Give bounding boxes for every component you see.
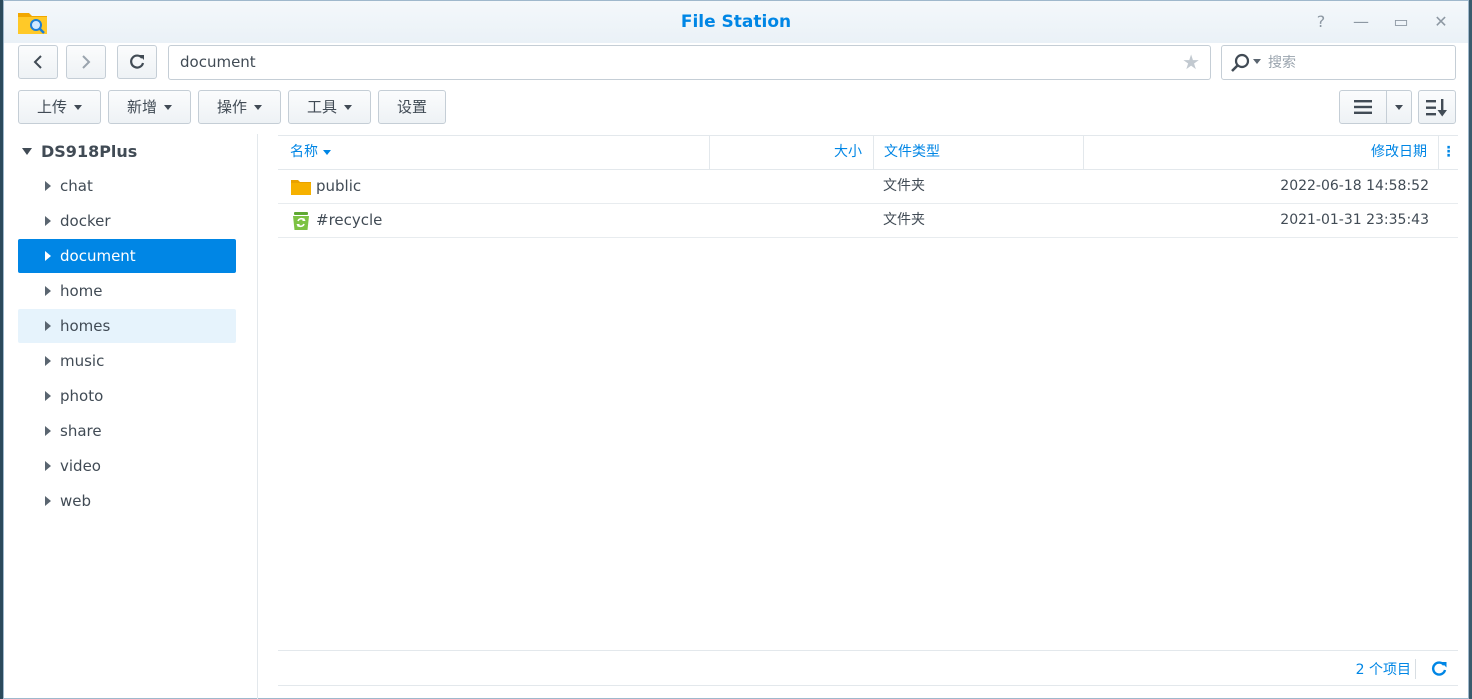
tree-item-share[interactable]: share <box>18 414 236 448</box>
tree-item-web[interactable]: web <box>18 484 236 518</box>
folder-tree: DS918Plus chat docker document home home… <box>4 134 258 699</box>
tree-item-photo[interactable]: photo <box>18 379 236 413</box>
tree-item-label: docker <box>60 212 111 230</box>
tree-item-label: music <box>60 352 105 370</box>
tree-item-label: web <box>60 492 92 510</box>
settings-label: 设置 <box>396 98 427 116</box>
tree-item-music[interactable]: music <box>18 344 236 378</box>
recycle-bin-icon <box>293 212 309 230</box>
file-name: public <box>316 177 362 195</box>
title-bar[interactable]: File Station ? — ▭ ✕ <box>4 1 1468 43</box>
tools-button[interactable]: 工具 <box>288 90 371 124</box>
refresh-button[interactable] <box>117 45 157 79</box>
tree-item-homes[interactable]: homes <box>18 309 236 343</box>
tree-item-document[interactable]: document <box>18 239 236 273</box>
caret-right-icon[interactable] <box>45 216 51 226</box>
tree-item-home[interactable]: home <box>18 274 236 308</box>
chevron-left-icon <box>33 55 42 69</box>
file-modified-date: 2022-06-18 14:58:52 <box>1280 178 1429 194</box>
column-header-type[interactable]: 文件类型 <box>873 136 1083 169</box>
file-type: 文件夹 <box>883 212 925 228</box>
tree-item-chat[interactable]: chat <box>18 169 236 203</box>
close-button[interactable]: ✕ <box>1430 13 1452 31</box>
settings-button[interactable]: 设置 <box>378 90 446 124</box>
upload-label: 上传 <box>36 98 67 116</box>
caret-right-icon[interactable] <box>45 251 51 261</box>
caret-right-icon[interactable] <box>45 356 51 366</box>
tree-item-video[interactable]: video <box>18 449 236 483</box>
caret-right-icon[interactable] <box>45 426 51 436</box>
upload-button[interactable]: 上传 <box>18 90 101 124</box>
caret-right-icon[interactable] <box>45 286 51 296</box>
chevron-down-icon <box>74 105 82 110</box>
file-list-header: 名称 大小 文件类型 修改日期 ⋮ <box>278 135 1458 170</box>
sort-icon <box>1426 99 1447 117</box>
view-mode-dropdown[interactable] <box>1386 90 1412 124</box>
create-button[interactable]: 新增 <box>108 90 191 124</box>
table-row[interactable]: #recycle 文件夹 2021-01-31 23:35:43 <box>278 204 1458 238</box>
minimize-button[interactable]: — <box>1350 13 1372 31</box>
list-view-button[interactable] <box>1339 90 1387 124</box>
tree-item-label: home <box>60 282 103 300</box>
column-header-name[interactable]: 名称 <box>290 136 708 169</box>
tree-item-label: document <box>60 247 136 265</box>
file-name: #recycle <box>316 211 383 229</box>
chevron-down-icon <box>344 105 352 110</box>
tree-item-label: homes <box>60 317 111 335</box>
caret-right-icon[interactable] <box>45 461 51 471</box>
caret-right-icon[interactable] <box>45 496 51 506</box>
sort-button[interactable] <box>1418 90 1456 124</box>
tree-root-nas[interactable]: DS918Plus <box>22 142 137 162</box>
maximize-button[interactable]: ▭ <box>1390 13 1412 31</box>
status-bar: 2 个项目 <box>278 650 1458 686</box>
chevron-down-icon <box>1395 105 1403 110</box>
action-label: 操作 <box>216 98 247 116</box>
chevron-down-icon[interactable] <box>1253 59 1261 64</box>
refresh-icon <box>130 54 145 69</box>
chevron-down-icon <box>254 105 262 110</box>
refresh-icon[interactable] <box>1430 660 1448 678</box>
tree-item-label: video <box>60 457 101 475</box>
tree-item-label: share <box>60 422 102 440</box>
nas-name: DS918Plus <box>41 142 138 161</box>
help-button[interactable]: ? <box>1310 13 1332 31</box>
column-name-label: 名称 <box>290 144 318 160</box>
back-button[interactable] <box>18 45 58 79</box>
column-options-icon[interactable]: ⋮ <box>1438 136 1458 169</box>
column-header-size[interactable]: 大小 <box>709 136 872 169</box>
folder-icon <box>291 180 311 195</box>
current-path: document <box>180 53 256 71</box>
file-type: 文件夹 <box>883 178 925 194</box>
sort-desc-icon <box>323 149 331 155</box>
window-title: File Station <box>680 12 792 32</box>
list-view-icon <box>1354 100 1372 114</box>
column-header-modified[interactable]: 修改日期 <box>1083 136 1437 169</box>
chevron-down-icon <box>164 105 172 110</box>
search-input[interactable] <box>1268 52 1448 74</box>
action-button[interactable]: 操作 <box>198 90 281 124</box>
tools-label: 工具 <box>306 98 337 116</box>
item-count: 2 个项目 <box>1355 662 1411 678</box>
search-box[interactable] <box>1221 45 1456 80</box>
caret-right-icon[interactable] <box>45 321 51 331</box>
create-label: 新增 <box>126 98 157 116</box>
file-modified-date: 2021-01-31 23:35:43 <box>1280 212 1429 228</box>
path-bar[interactable]: document ★ <box>168 45 1211 80</box>
search-icon[interactable] <box>1230 53 1252 73</box>
tree-item-label: photo <box>60 387 104 405</box>
forward-button[interactable] <box>66 45 106 79</box>
tree-item-docker[interactable]: docker <box>18 204 236 238</box>
status-divider <box>1415 659 1416 679</box>
caret-right-icon[interactable] <box>45 391 51 401</box>
caret-right-icon[interactable] <box>45 181 51 191</box>
star-icon[interactable]: ★ <box>1182 46 1200 79</box>
file-station-window: File Station ? — ▭ ✕ document ★ 上传 新增 操作… <box>3 0 1469 699</box>
table-row[interactable]: public 文件夹 2022-06-18 14:58:52 <box>278 170 1458 204</box>
file-list: 名称 大小 文件类型 修改日期 ⋮ public 文件夹 2022-06-18 … <box>278 135 1458 699</box>
chevron-right-icon <box>82 55 91 69</box>
tree-item-label: chat <box>60 177 93 195</box>
caret-down-icon[interactable] <box>22 148 32 155</box>
